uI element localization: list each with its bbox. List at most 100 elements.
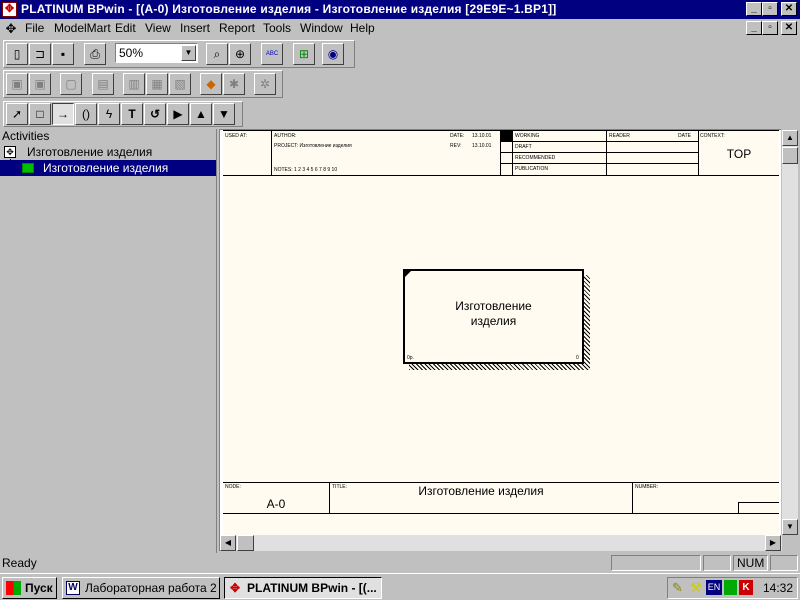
scroll-up-icon[interactable]: ▲: [782, 130, 798, 146]
menu-insert[interactable]: Insert: [180, 21, 210, 36]
menu-modelmart[interactable]: ModelMart: [54, 21, 111, 36]
go-down-icon[interactable]: ▼: [213, 103, 235, 125]
mm-library-icon[interactable]: ▧: [169, 73, 191, 95]
mm-merge-icon[interactable]: ▦: [146, 73, 168, 95]
menu-help[interactable]: Help: [350, 21, 375, 36]
mm-save-icon[interactable]: ▥: [123, 73, 145, 95]
scroll-left-icon[interactable]: ◀: [220, 535, 236, 551]
menu-window[interactable]: Window: [300, 21, 343, 36]
menu-view[interactable]: View: [145, 21, 171, 36]
diagram-canvas[interactable]: USED AT: AUTHOR: PROJECT: Изготовление и…: [223, 130, 779, 551]
activity-label-line2: изделия: [470, 314, 517, 328]
activity-corner-mark: [405, 271, 411, 277]
menu-edit[interactable]: Edit: [115, 21, 136, 36]
go-parent-icon[interactable]: ▲: [190, 103, 212, 125]
start-button[interactable]: Пуск: [2, 577, 57, 599]
frame-row-line: [501, 141, 698, 142]
horizontal-scroll-thumb[interactable]: [237, 535, 254, 551]
tree-item-root[interactable]: ✥ Изготовление изделия: [0, 144, 216, 160]
doc-restore-button[interactable]: ▫: [762, 21, 778, 35]
rev-value: 13.10.01: [472, 143, 492, 149]
frame-divider: [512, 131, 513, 175]
tree-header: Activities: [0, 129, 216, 143]
pointer-tool-icon[interactable]: ➚: [6, 103, 28, 125]
mm-disconnect-icon[interactable]: ▣: [29, 73, 51, 95]
mm-connect-icon[interactable]: ▣: [6, 73, 28, 95]
menu-tools[interactable]: Tools: [263, 21, 291, 36]
doc-close-button[interactable]: ✕: [781, 21, 797, 35]
notes-label: NOTES: 1 2 3 4 5 6 7 8 9 10: [274, 167, 338, 173]
tray-kaspersky-icon[interactable]: K: [739, 580, 753, 595]
diagram-window: USED AT: AUTHOR: PROJECT: Изготовление и…: [219, 129, 799, 552]
title-bar: ✥ PLATINUM BPwin - [(A-0) Изготовление и…: [0, 0, 800, 19]
bpwin-app-icon[interactable]: ✥: [2, 2, 17, 17]
status-pane-4: [770, 555, 798, 571]
lightning-tool-icon[interactable]: ϟ: [98, 103, 120, 125]
task-bpwin[interactable]: ✥ PLATINUM BPwin - [(...: [224, 577, 382, 599]
print-icon[interactable]: ⎙: [84, 43, 106, 65]
scroll-right-icon[interactable]: ▶: [765, 535, 781, 551]
scroll-down-icon[interactable]: ▼: [782, 519, 798, 535]
text-tool-icon[interactable]: T: [121, 103, 143, 125]
arrow-tool-icon[interactable]: →: [52, 103, 74, 125]
squiggle-tool-icon[interactable]: (): [75, 103, 97, 125]
task-word-document[interactable]: W Лабораторная работа 2 - ...: [62, 577, 220, 599]
mm-lock-icon[interactable]: ▢: [60, 73, 82, 95]
go-child-icon[interactable]: ▶: [167, 103, 189, 125]
zoom-page-icon[interactable]: ⊕: [229, 43, 251, 65]
tree-item-child[interactable]: Изготовление изделия: [0, 160, 216, 176]
save-disk-icon[interactable]: ▪: [52, 43, 74, 65]
mm-users-icon[interactable]: ✱: [223, 73, 245, 95]
doc-minimize-button[interactable]: _: [746, 21, 762, 35]
close-button[interactable]: ✕: [781, 2, 797, 16]
windows-logo-icon: [6, 581, 21, 595]
vertical-scroll-thumb[interactable]: [782, 147, 798, 164]
language-indicator[interactable]: EN: [706, 580, 722, 595]
undo-rotate-icon[interactable]: ↺: [144, 103, 166, 125]
system-tray: ✎ ⚒ EN K 14:32: [667, 577, 798, 599]
tray-pencil-icon[interactable]: ✎: [672, 580, 683, 596]
recommended-label: RECOMMENDED: [515, 155, 556, 161]
open-folder-icon[interactable]: ⊐: [29, 43, 51, 65]
activity-label: Изготовление изделия: [405, 299, 582, 329]
zoom-select[interactable]: 50% ▼: [115, 43, 198, 63]
new-file-icon[interactable]: ▯: [6, 43, 28, 65]
model-explorer-icon[interactable]: ⊞: [293, 43, 315, 65]
number-label: NUMBER:: [635, 484, 659, 490]
tray-book-icon[interactable]: [724, 580, 737, 595]
working-check-box: [501, 131, 512, 141]
mm-options-icon[interactable]: ✲: [254, 73, 276, 95]
activity-label-line1: Изготовление: [455, 299, 532, 313]
menu-file[interactable]: File: [25, 21, 44, 36]
node-label: NODE:: [225, 484, 241, 490]
mm-open-icon[interactable]: ▤: [92, 73, 114, 95]
minimize-button[interactable]: _: [746, 2, 762, 16]
clock[interactable]: 14:32: [763, 581, 793, 595]
vertical-scroll-track[interactable]: [782, 146, 798, 519]
window-title: PLATINUM BPwin - [(A-0) Изготовление изд…: [21, 2, 557, 16]
activity-box[interactable]: Изготовление изделия 0p. 0: [403, 269, 584, 364]
word-icon: W: [66, 581, 80, 595]
vertical-scrollbar[interactable]: ▲ ▼: [782, 130, 799, 552]
diagram-title: Изготовление изделия: [418, 484, 544, 498]
frame-row-line: [501, 163, 698, 164]
mm-security-icon[interactable]: ◆: [200, 73, 222, 95]
activity-cost: 0: [576, 355, 579, 361]
tree-child-label: Изготовление изделия: [43, 161, 169, 175]
status-text: Ready: [2, 556, 37, 570]
document-menu-icon[interactable]: ✥: [3, 21, 19, 36]
activity-box-tool-icon[interactable]: □: [29, 103, 51, 125]
menu-report[interactable]: Report: [219, 21, 255, 36]
maximize-button[interactable]: ▫: [762, 2, 778, 16]
activity-number: 0p.: [407, 355, 414, 361]
frame-divider: [606, 131, 607, 175]
tray-tool-icon[interactable]: ⚒: [690, 580, 702, 596]
navigator-globe-icon[interactable]: ◉: [322, 43, 344, 65]
zoom-magnifier-icon[interactable]: ⌕: [206, 43, 228, 65]
chevron-down-icon[interactable]: ▼: [181, 45, 196, 61]
horizontal-scrollbar[interactable]: ◀ ▶: [220, 535, 782, 551]
publication-label: PUBLICATION: [515, 166, 548, 172]
bpwin-task-icon: ✥: [229, 581, 241, 595]
activity-icon: [22, 163, 34, 173]
spell-check-icon[interactable]: ABC: [261, 43, 283, 65]
